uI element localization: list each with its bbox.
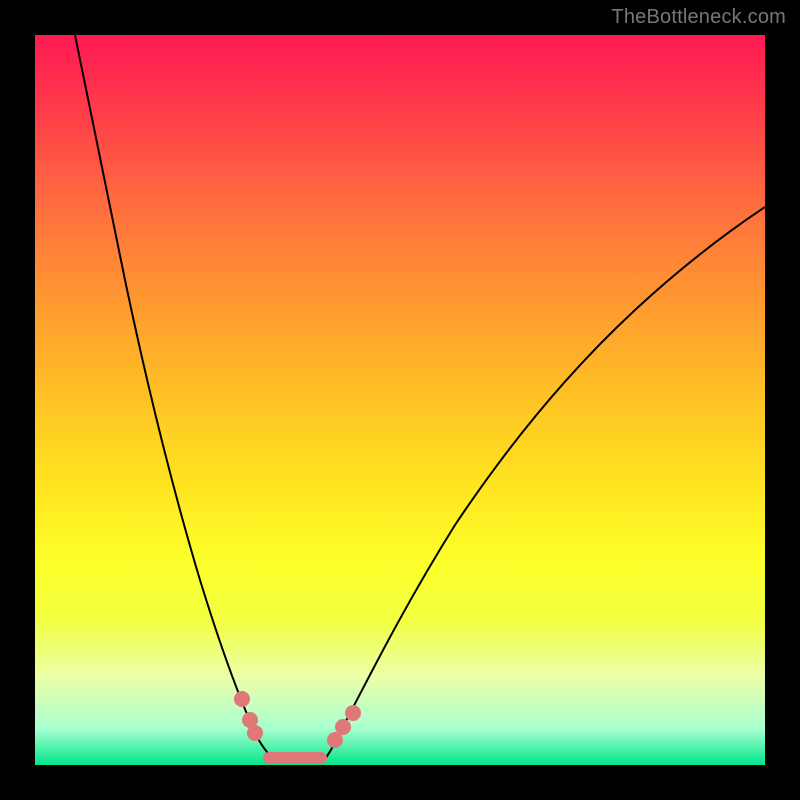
curves-svg: [35, 35, 765, 765]
plot-area: [35, 35, 765, 765]
marker-dot: [247, 725, 263, 741]
marker-dot: [345, 705, 361, 721]
left-curve: [75, 35, 275, 759]
watermark-text: TheBottleneck.com: [611, 6, 786, 29]
marker-dot: [335, 719, 351, 735]
floor-marker-bar: [263, 752, 327, 764]
right-curve: [325, 207, 765, 759]
marker-dot: [234, 691, 250, 707]
chart-frame: TheBottleneck.com: [0, 0, 800, 800]
